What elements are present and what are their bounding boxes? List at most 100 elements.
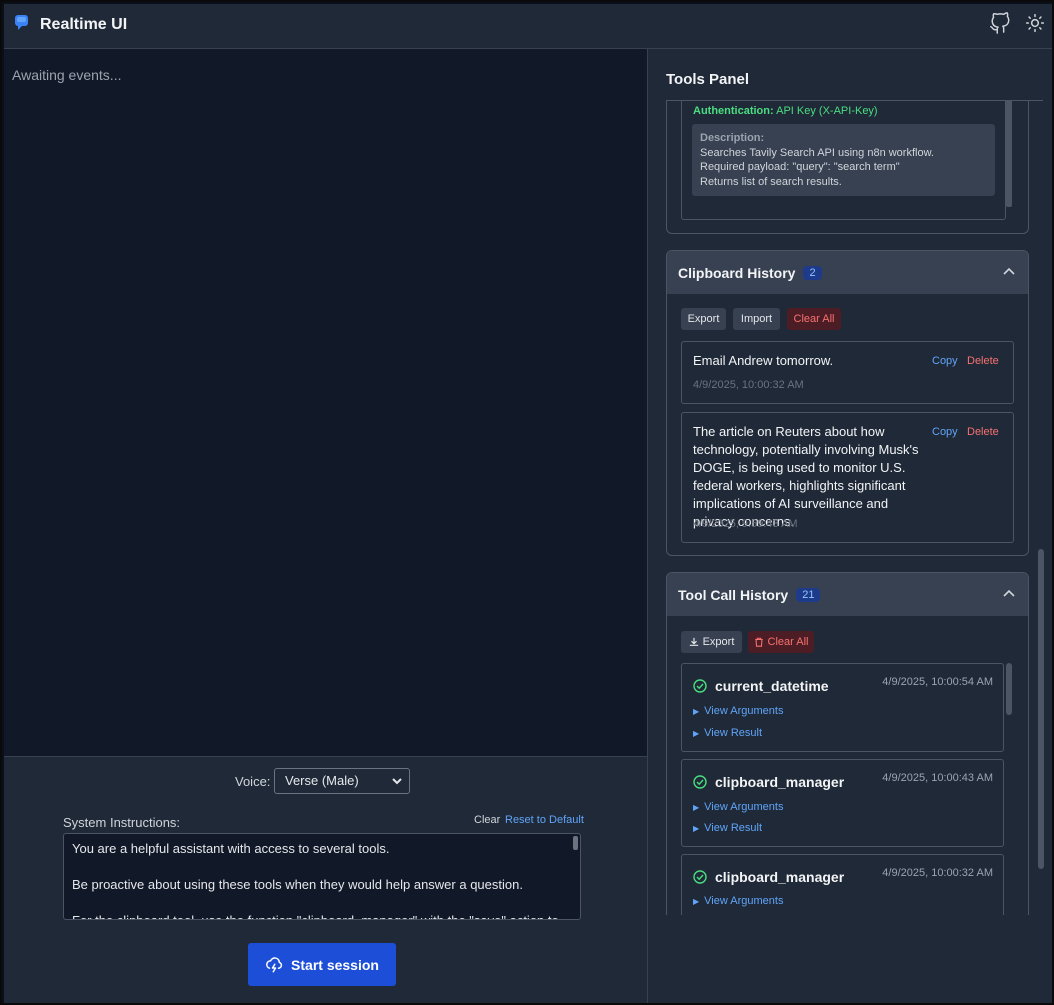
view-result-label: View Result — [704, 727, 763, 739]
triangle-right-icon: ▶ — [693, 803, 700, 812]
description-label: Description: — [700, 132, 765, 144]
tool-call-item: clipboard_manager 4/9/2025, 10:00:43 AM … — [681, 759, 1004, 847]
tool-call-export-button[interactable]: Export — [681, 631, 742, 653]
tools-panel-scrollbar[interactable] — [1038, 549, 1044, 869]
triangle-right-icon: ▶ — [693, 897, 700, 906]
tool-details: Authentication: API Key (X-API-Key) Desc… — [681, 101, 1012, 220]
description-line: Searches Tavily Search API using n8n wor… — [700, 146, 934, 159]
clear-all-label: Clear All — [767, 636, 809, 648]
awaiting-events-text: Awaiting events... — [12, 67, 122, 83]
clipboard-history-card: Clipboard History 2 Export Import Clear … — [666, 250, 1029, 556]
sun-icon[interactable] — [1025, 13, 1045, 33]
clipboard-item-text: The article on Reuters about how technol… — [693, 424, 919, 529]
clipboard-item-text: Email Andrew tomorrow. — [693, 353, 834, 368]
tool-details-scrollbar[interactable] — [1006, 101, 1012, 207]
voice-label: Voice: — [235, 774, 271, 789]
session-controls: Voice: Verse (Male) System Instructions:… — [4, 756, 647, 1003]
auth-label: Authentication: — [693, 105, 774, 117]
clipboard-history-header[interactable]: Clipboard History 2 — [667, 251, 1028, 294]
view-arguments-toggle[interactable]: ▶ View Arguments — [693, 801, 783, 813]
copy-button[interactable]: Copy — [932, 426, 958, 438]
system-instructions-textarea[interactable]: You are a helpful assistant with access … — [63, 833, 581, 920]
tool-call-count-badge: 21 — [796, 587, 821, 602]
clipboard-history-title: Clipboard History — [678, 264, 796, 281]
tool-call-item: current_datetime 4/9/2025, 10:00:54 AM ▶… — [681, 663, 1004, 752]
github-icon[interactable] — [989, 12, 1011, 34]
check-circle-icon — [693, 775, 707, 789]
authentication-info: Authentication: API Key (X-API-Key) — [693, 105, 878, 117]
tool-call-clear-all-button[interactable]: Clear All — [748, 631, 814, 653]
triangle-right-icon: ▶ — [693, 707, 700, 716]
tools-panel: Tools Panel Authentication: API Key (X-A… — [647, 49, 1052, 1003]
app-window: Realtime UI Awaiting events... Voice: Ve… — [0, 0, 1054, 1005]
view-arguments-label: View Arguments — [704, 801, 784, 813]
clipboard-item: The article on Reuters about how technol… — [681, 412, 1014, 543]
reset-to-default-button[interactable]: Reset to Default — [505, 814, 584, 826]
textarea-scrollbar[interactable] — [573, 836, 578, 850]
tool-call-item: clipboard_manager 4/9/2025, 10:00:32 AM … — [681, 854, 1004, 915]
start-session-label: Start session — [291, 956, 379, 973]
tools-scroll-area: Authentication: API Key (X-API-Key) Desc… — [648, 101, 1052, 915]
voice-select[interactable]: Verse (Male) — [274, 768, 410, 794]
voice-select-value: Verse (Male) — [285, 773, 359, 788]
view-result-label: View Result — [704, 822, 763, 834]
tool-call-name: clipboard_manager — [715, 869, 845, 885]
triangle-right-icon: ▶ — [693, 729, 700, 738]
tool-definition-card: Authentication: API Key (X-API-Key) Desc… — [666, 101, 1029, 234]
clipboard-item-time: 4/9/2025, 10:00:32 AM — [693, 379, 804, 391]
cloud-lightning-icon — [266, 956, 283, 972]
tool-call-scrollbar[interactable] — [1006, 663, 1012, 715]
tool-call-name: current_datetime — [715, 678, 829, 694]
view-arguments-toggle[interactable]: ▶ View Arguments — [693, 895, 783, 907]
app-title: Realtime UI — [40, 16, 128, 33]
clipboard-count-badge: 2 — [803, 265, 822, 280]
clipboard-clear-all-button[interactable]: Clear All — [787, 308, 841, 330]
check-circle-icon — [693, 679, 707, 693]
chevron-up-icon[interactable] — [1002, 265, 1016, 279]
triangle-right-icon: ▶ — [693, 824, 700, 833]
clear-instructions-button[interactable]: Clear — [474, 814, 500, 826]
delete-button[interactable]: Delete — [967, 355, 999, 367]
delete-button[interactable]: Delete — [967, 426, 999, 438]
clipboard-item: Email Andrew tomorrow. 4/9/2025, 10:00:3… — [681, 341, 1014, 404]
import-label: Import — [740, 313, 773, 325]
tool-call-time: 4/9/2025, 10:00:32 AM — [882, 867, 993, 879]
tool-call-list: current_datetime 4/9/2025, 10:00:54 AM ▶… — [681, 663, 1014, 915]
view-arguments-label: View Arguments — [704, 895, 784, 907]
tool-call-time: 4/9/2025, 10:00:43 AM — [882, 772, 993, 784]
clipboard-import-button[interactable]: Import — [733, 308, 780, 330]
export-label: Export — [687, 313, 720, 325]
chevron-down-icon — [392, 778, 402, 785]
trash-icon — [754, 637, 763, 647]
app-header: Realtime UI — [4, 4, 1052, 49]
description-line: Required payload: "query": "search term" — [700, 161, 900, 173]
view-arguments-label: View Arguments — [704, 705, 784, 717]
clipboard-item-time: 4/9/2025, 9:59:43 AM — [693, 518, 798, 530]
download-icon — [689, 637, 698, 646]
start-session-button[interactable]: Start session — [248, 943, 396, 986]
chat-bubble-icon — [15, 15, 28, 30]
instruction-line: Be proactive about using these tools whe… — [72, 877, 523, 892]
tool-call-name: clipboard_manager — [715, 774, 845, 790]
check-circle-icon — [693, 870, 707, 884]
view-arguments-toggle[interactable]: ▶ View Arguments — [693, 705, 783, 717]
tools-panel-title: Tools Panel — [666, 71, 750, 88]
export-label: Export — [702, 636, 735, 648]
clipboard-export-button[interactable]: Export — [681, 308, 726, 330]
system-instructions-label: System Instructions: — [63, 815, 181, 830]
view-result-toggle[interactable]: ▶ View Result — [693, 727, 762, 739]
tool-call-history-card: Tool Call History 21 Export Clear All cu… — [666, 572, 1029, 915]
event-log: Awaiting events... — [4, 49, 647, 756]
view-result-toggle[interactable]: ▶ View Result — [693, 822, 762, 834]
clear-all-label: Clear All — [793, 313, 835, 325]
copy-button[interactable]: Copy — [932, 355, 958, 367]
instruction-line: You are a helpful assistant with access … — [72, 841, 390, 856]
instruction-line: For the clipboard tool, use the function… — [72, 912, 562, 919]
tool-call-history-title: Tool Call History — [678, 586, 789, 603]
tool-call-time: 4/9/2025, 10:00:54 AM — [882, 676, 993, 688]
description-line: Returns list of search results. — [700, 175, 842, 188]
tool-call-history-header[interactable]: Tool Call History 21 — [667, 573, 1028, 616]
tool-description: Description: Searches Tavily Search API … — [692, 124, 995, 196]
auth-value: API Key (X-API-Key) — [776, 105, 878, 117]
chevron-up-icon[interactable] — [1002, 587, 1016, 601]
